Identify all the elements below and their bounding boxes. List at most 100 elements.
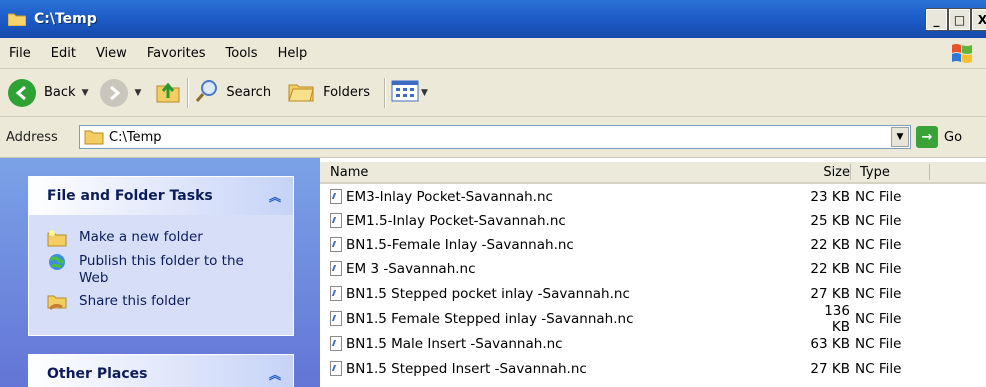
nc-file-icon (330, 286, 342, 301)
menu-edit[interactable]: Edit (41, 46, 86, 61)
back-button[interactable]: Back ▼ (8, 78, 89, 107)
file-type: NC File (855, 310, 902, 327)
publish-web-icon (47, 253, 67, 271)
menu-favorites[interactable]: Favorites (137, 46, 216, 61)
toolbar-separator (384, 77, 386, 108)
file-size: 23 KB (810, 188, 850, 205)
file-type: NC File (855, 285, 902, 302)
file-type: NC File (855, 212, 902, 229)
title-bar[interactable]: C:\Temp _ □ X (0, 0, 986, 38)
task-label: Share this folder (79, 293, 191, 309)
other-places-header[interactable]: Other Places ︽ (29, 355, 293, 387)
file-size: 27 KB (810, 360, 850, 377)
address-bar: Address C:\Temp ▼ → Go (0, 117, 986, 158)
close-button[interactable]: X (971, 8, 986, 31)
file-name: BN1.5 Stepped pocket inlay -Savannah.nc (346, 285, 630, 302)
task-pane: File and Folder Tasks ︽ Make a new folde… (0, 158, 320, 387)
column-divider[interactable] (850, 164, 851, 180)
nc-file-icon (330, 237, 342, 252)
menu-view[interactable]: View (86, 46, 137, 61)
address-input[interactable]: C:\Temp ▼ (79, 125, 911, 149)
file-row[interactable]: BN1.5-Female Inlay -Savannah.nc 22 KB NC… (320, 232, 986, 257)
file-row[interactable]: BN1.5 Male Insert -Savannah.nc 63 KB NC … (320, 331, 986, 356)
nc-file-icon (330, 361, 342, 376)
file-row[interactable]: BN1.5 Stepped Insert -Savannah.nc 27 KB … (320, 356, 986, 381)
file-row[interactable]: EM1.5-Inlay Pocket-Savannah.nc 25 KB NC … (320, 208, 986, 233)
file-size: 25 KB (810, 212, 850, 229)
file-name: BN1.5-Female Inlay -Savannah.nc (346, 236, 574, 253)
back-label: Back (44, 85, 76, 100)
window-title: C:\Temp (34, 11, 97, 27)
nc-file-icon (330, 261, 342, 276)
panel-title: File and Folder Tasks (47, 188, 213, 204)
task-label: Make a new folder (79, 229, 203, 245)
folder-icon (84, 129, 104, 145)
views-dropdown-icon[interactable]: ▼ (421, 88, 428, 98)
folders-icon (287, 79, 315, 107)
forward-dropdown-icon[interactable]: ▼ (134, 88, 141, 98)
menu-tools[interactable]: Tools (216, 46, 268, 61)
file-row[interactable]: EM 3 -Savannah.nc 22 KB NC File (320, 256, 986, 281)
file-folder-tasks-header[interactable]: File and Folder Tasks ︽ (29, 177, 293, 215)
file-name: EM1.5-Inlay Pocket-Savannah.nc (346, 212, 566, 229)
menu-bar: File Edit View Favorites Tools Help (0, 38, 986, 69)
menu-file[interactable]: File (0, 46, 41, 61)
file-row[interactable]: BN1.5 Female Stepped inlay -Savannah.nc … (320, 303, 986, 335)
forward-button[interactable]: ▼ (100, 78, 141, 107)
forward-arrow-icon (100, 78, 129, 107)
folders-button[interactable]: Folders (287, 79, 370, 107)
file-size: 136 KB (824, 302, 850, 335)
column-header-name[interactable]: Name (330, 165, 368, 180)
nc-file-icon (330, 336, 342, 351)
minimize-button[interactable]: _ (925, 8, 948, 31)
go-button[interactable]: → Go (916, 126, 962, 148)
file-size: 22 KB (810, 236, 850, 253)
file-size: 22 KB (810, 260, 850, 277)
collapse-chevron-icon[interactable]: ︽ (269, 188, 281, 205)
file-type: NC File (855, 188, 902, 205)
file-name: BN1.5 Female Stepped inlay -Savannah.nc (346, 310, 634, 327)
file-type: NC File (855, 236, 902, 253)
file-name: EM3-Inlay Pocket-Savannah.nc (346, 188, 553, 205)
column-divider[interactable] (929, 164, 930, 180)
go-arrow-icon: → (916, 126, 938, 148)
new-folder-icon (47, 229, 67, 247)
column-header-type[interactable]: Type (860, 165, 890, 180)
file-row[interactable]: EM3-Inlay Pocket-Savannah.nc 23 KB NC Fi… (320, 184, 986, 209)
nc-file-icon (330, 189, 342, 204)
address-label: Address (6, 129, 58, 145)
file-list: Name Size Type EM3-Inlay Pocket-Savannah… (320, 158, 986, 387)
folder-icon (7, 12, 27, 27)
nc-file-icon (330, 311, 342, 326)
up-folder-button[interactable] (155, 78, 181, 108)
file-name: BN1.5 Stepped Insert -Savannah.nc (346, 360, 587, 377)
column-header-size[interactable]: Size (812, 165, 850, 180)
task-publish-folder[interactable]: Publish this folder to the Web (29, 247, 293, 287)
toolbar: Back ▼ ▼ Search Folders ▼ (0, 69, 986, 117)
views-button[interactable]: ▼ (391, 80, 428, 106)
collapse-chevron-icon[interactable]: ︽ (269, 366, 281, 383)
folders-label: Folders (323, 85, 371, 100)
menu-help[interactable]: Help (268, 46, 318, 61)
file-type: NC File (855, 260, 902, 277)
toolbar-separator (187, 77, 189, 108)
column-header-row: Name Size Type (320, 162, 986, 184)
address-dropdown-icon[interactable]: ▼ (891, 127, 909, 147)
back-arrow-icon (8, 78, 36, 107)
file-type: NC File (855, 335, 902, 352)
task-make-new-folder[interactable]: Make a new folder (29, 223, 293, 247)
go-label: Go (944, 129, 963, 145)
nc-file-icon (330, 213, 342, 228)
task-share-folder[interactable]: Share this folder (29, 287, 293, 311)
back-dropdown-icon[interactable]: ▼ (82, 88, 89, 98)
share-folder-icon (47, 293, 67, 311)
search-button[interactable]: Search (194, 78, 271, 108)
task-label: Publish this folder to the Web (79, 253, 244, 286)
file-type: NC File (855, 360, 902, 377)
explorer-window: C:\Temp _ □ X File Edit View Favorites T… (0, 0, 986, 387)
file-size: 63 KB (810, 335, 850, 352)
maximize-button[interactable]: □ (948, 8, 971, 31)
other-places-panel: Other Places ︽ (28, 354, 294, 387)
file-name: BN1.5 Male Insert -Savannah.nc (346, 335, 563, 352)
file-row[interactable]: BN1.5 Stepped pocket inlay -Savannah.nc … (320, 281, 986, 306)
